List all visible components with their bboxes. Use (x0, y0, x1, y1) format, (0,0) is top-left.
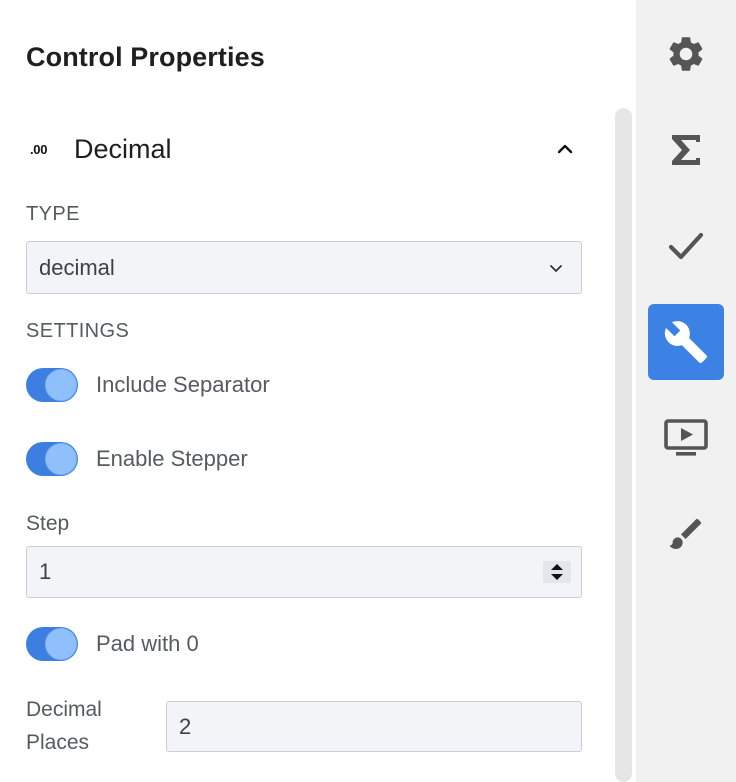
toggle-row-enable-stepper: Enable Stepper (26, 439, 248, 479)
sidebar-item-properties[interactable] (648, 304, 724, 380)
toggle-knob (45, 628, 77, 660)
app-window: Control Properties .00 Decimal TYPE deci… (0, 0, 736, 782)
include-separator-label: Include Separator (96, 372, 270, 397)
decimal-places-label-line1: Decimal (26, 698, 102, 721)
toggle-row-include-separator: Include Separator (26, 365, 270, 405)
toggle-knob (45, 369, 77, 401)
step-input[interactable]: 1 (26, 546, 582, 598)
checkmark-icon (668, 232, 704, 260)
scrollbar[interactable] (615, 108, 632, 782)
toggle-row-pad-with-zero: Pad with 0 (26, 624, 199, 664)
sidebar-item-styling[interactable] (648, 496, 724, 572)
sidebar-item-settings[interactable] (648, 16, 724, 92)
step-label: Step (26, 512, 70, 535)
panel-title: Control Properties (26, 42, 265, 72)
type-label: TYPE (26, 203, 80, 225)
preview-icon (664, 419, 708, 456)
gear-icon (669, 37, 703, 71)
decimal-places-label: Decimal Places (26, 693, 136, 759)
type-select[interactable]: decimal (26, 241, 582, 294)
stepper-arrows-icon[interactable] (543, 557, 571, 587)
pad-with-zero-toggle[interactable] (26, 627, 78, 661)
number-stepper[interactable] (543, 557, 571, 587)
sidebar-item-formulas[interactable] (648, 112, 724, 188)
sidebar-item-validation[interactable] (648, 208, 724, 284)
right-sidebar (636, 0, 736, 782)
wrench-icon (664, 321, 708, 364)
brush-icon (669, 518, 702, 549)
toggle-knob (45, 443, 77, 475)
chevron-up-icon[interactable] (550, 139, 580, 159)
step-input-value: 1 (39, 559, 52, 584)
decimal-places-value: 2 (179, 713, 192, 739)
decimal-places-input[interactable]: 2 (166, 701, 582, 752)
type-select-value: decimal (39, 254, 115, 280)
chevron-down-icon (550, 264, 562, 272)
sigma-icon (672, 135, 700, 165)
section-title: Decimal (74, 133, 172, 164)
sidebar-item-preview[interactable] (648, 400, 724, 476)
section-header-decimal[interactable]: .00 Decimal (26, 126, 586, 172)
enable-stepper-label: Enable Stepper (96, 446, 248, 471)
properties-panel: Control Properties .00 Decimal TYPE deci… (0, 0, 636, 782)
decimal-places-label-line2: Places (26, 731, 90, 754)
decimal-type-icon: .00 (30, 141, 48, 157)
include-separator-toggle[interactable] (26, 368, 78, 402)
settings-label: SETTINGS (26, 320, 130, 342)
enable-stepper-toggle[interactable] (26, 442, 78, 476)
pad-with-zero-label: Pad with 0 (96, 631, 199, 656)
